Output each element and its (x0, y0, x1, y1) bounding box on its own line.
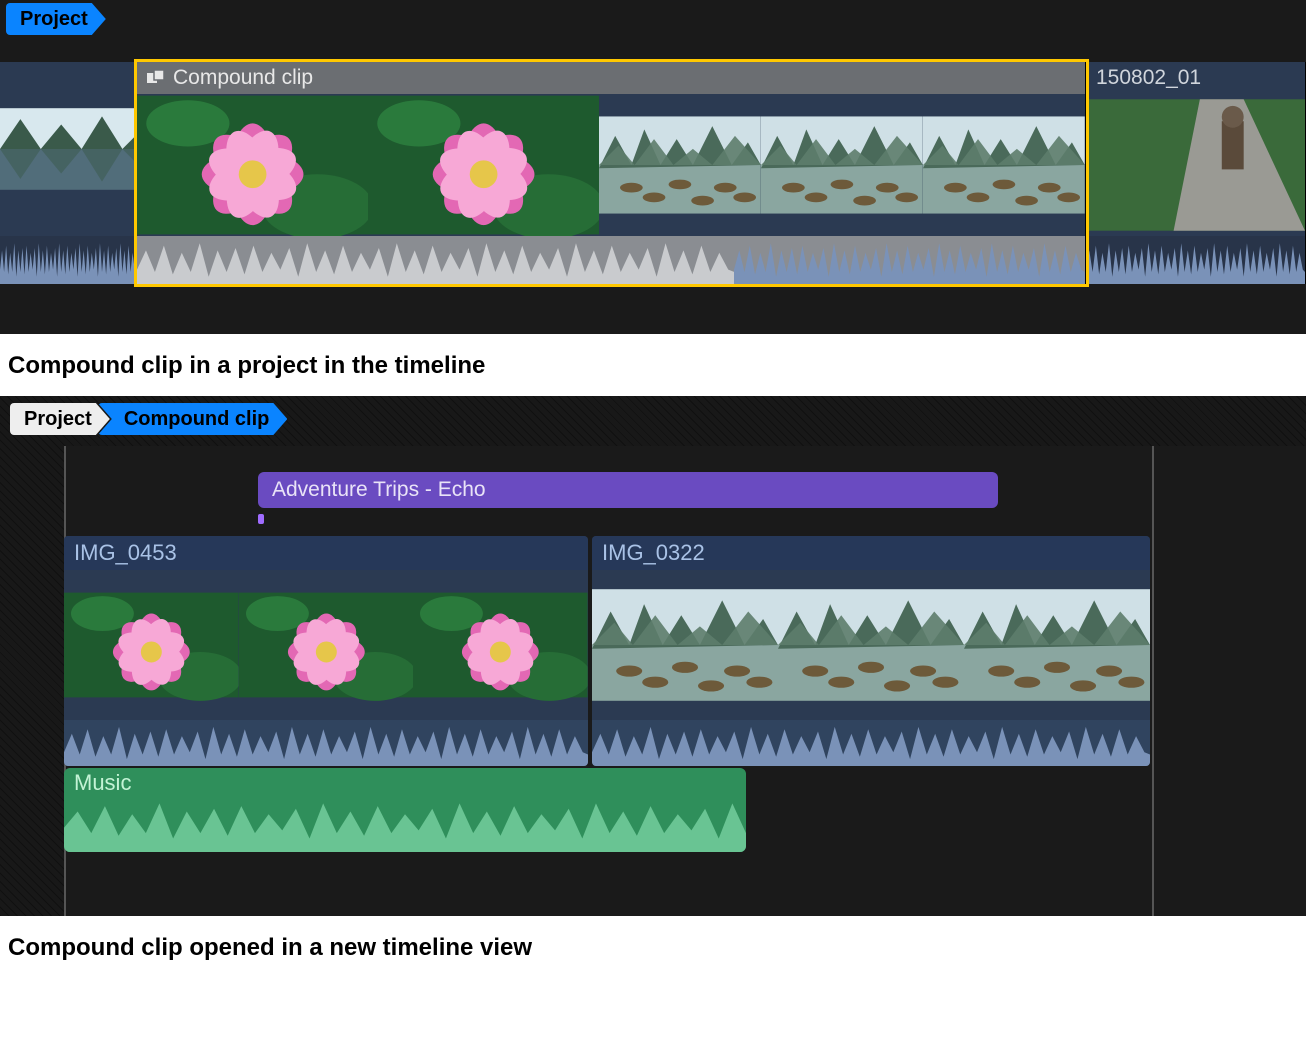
audio-waveform (1086, 236, 1305, 284)
timeline-project-view: Project Compound clip (0, 0, 1306, 334)
audio-waveform (0, 236, 136, 284)
clip-thumbnail (368, 94, 599, 236)
timeline-clip-right[interactable]: 150802_01 (1086, 62, 1306, 284)
timeline-clip-left[interactable] (0, 62, 137, 284)
audio-clip-music[interactable]: Music (64, 768, 746, 852)
compound-clip-icon (147, 70, 165, 86)
clip-title: IMG_0322 (602, 540, 705, 566)
clip-thumbnail (239, 570, 414, 720)
breadcrumb: Project (0, 0, 1306, 38)
clip-thumbnail (1086, 94, 1305, 236)
clip-thumbnail (0, 62, 136, 236)
breadcrumb: Project Compound clip (0, 396, 1306, 438)
timeline-compound-clip[interactable]: Compound clip (137, 62, 1086, 284)
breadcrumb-item-project[interactable]: Project (6, 3, 106, 35)
title-clip-label: Adventure Trips - Echo (272, 478, 486, 502)
title-clip[interactable]: Adventure Trips - Echo (258, 472, 998, 508)
clip-title: IMG_0453 (74, 540, 177, 566)
clip-title: Compound clip (173, 66, 313, 90)
timeline-compound-open-view: Project Compound clip Adventure Trips - … (0, 396, 1306, 916)
clip-title: 150802_01 (1096, 66, 1201, 90)
clip-thumbnail (964, 570, 1150, 720)
figure-caption-bottom: Compound clip opened in a new timeline v… (0, 916, 1306, 978)
clip-thumbnail (923, 94, 1085, 236)
audio-waveform (64, 720, 588, 766)
clip-thumbnail (64, 570, 239, 720)
clip-thumbnail (137, 94, 368, 236)
clip-thumbnail (778, 570, 964, 720)
clip-thumbnail (592, 570, 778, 720)
audio-waveform (592, 720, 1150, 766)
clip-thumbnail (761, 94, 923, 236)
audio-waveform (137, 236, 1085, 284)
clip-title: Music (74, 770, 131, 796)
clip-thumbnail (599, 94, 761, 236)
video-clip-img-0322[interactable]: IMG_0322 (592, 536, 1150, 766)
breadcrumb-item-project[interactable]: Project (10, 403, 110, 435)
breadcrumb-item-compound-clip[interactable]: Compound clip (98, 403, 288, 435)
figure-caption-top: Compound clip in a project in the timeli… (0, 334, 1306, 396)
title-marker (258, 514, 264, 524)
video-clip-img-0453[interactable]: IMG_0453 (64, 536, 588, 766)
clip-thumbnail (413, 570, 588, 720)
audio-waveform (64, 798, 746, 852)
